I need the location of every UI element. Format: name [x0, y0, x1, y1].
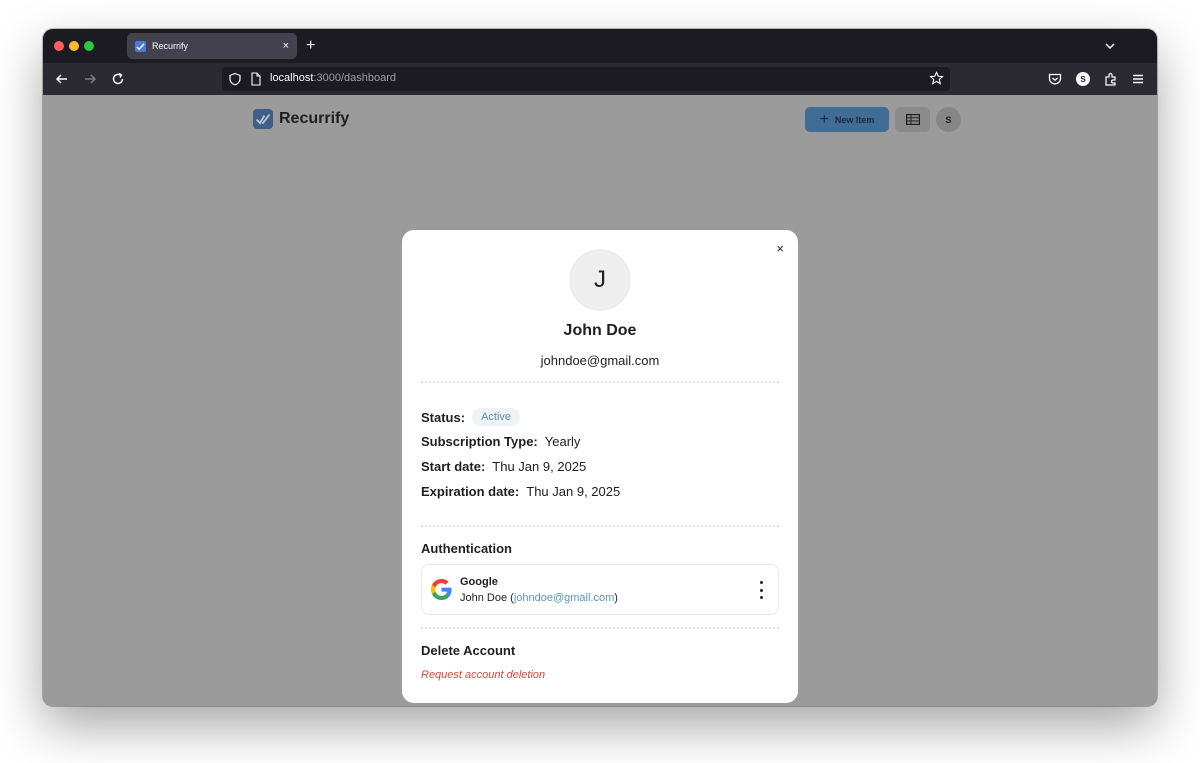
browser-tab[interactable]: Recurrify × [127, 33, 297, 59]
divider [421, 627, 779, 629]
tab-close-icon[interactable]: × [283, 40, 289, 52]
tab-list-chevron-icon[interactable] [1103, 39, 1117, 53]
bookmark-star-icon[interactable] [929, 71, 944, 86]
status-badge: Active [472, 408, 521, 426]
request-deletion-link[interactable]: Request account deletion [421, 669, 545, 681]
subscription-value: Yearly [544, 434, 581, 449]
url-text[interactable]: localhost:3000/dashboard [270, 72, 396, 84]
tab-favicon-icon [135, 40, 146, 52]
divider [421, 525, 779, 527]
user-menu-button[interactable]: S [936, 107, 961, 132]
start-date-row: Start date: Thu Jan 9, 2025 [421, 459, 586, 474]
google-icon [430, 578, 452, 601]
authentication-title: Authentication [421, 541, 512, 556]
expiration-date-row: Expiration date: Thu Jan 9, 2025 [421, 484, 620, 499]
status-row: Status: Active [421, 408, 521, 426]
auth-paren-close: ) [614, 592, 618, 604]
more-options-icon[interactable] [758, 581, 764, 599]
expiration-date-label: Expiration date: [421, 484, 520, 499]
menu-icon[interactable] [1130, 71, 1146, 87]
brand-name: Recurrify [279, 110, 350, 127]
new-item-label: New Item [834, 114, 875, 125]
maximize-window-button[interactable] [84, 41, 94, 51]
brand[interactable]: Recurrify [253, 109, 349, 129]
table-view-button[interactable] [895, 107, 930, 132]
profile-modal: × J John Doe johndoe@gmail.com Status: A… [402, 230, 798, 703]
page-content: Recurrify + New Item S × J John Doe john… [43, 95, 1157, 706]
extensions-icon[interactable] [1103, 71, 1119, 87]
new-tab-button[interactable]: + [306, 36, 315, 56]
avatar: J [569, 249, 631, 311]
subscription-row: Subscription Type: Yearly [421, 434, 580, 449]
reload-icon[interactable] [110, 71, 126, 87]
tab-title: Recurrify [152, 41, 189, 51]
new-item-button[interactable]: + New Item [805, 107, 889, 132]
auth-account: John Doe (johndoe@gmail.com) [460, 592, 618, 604]
account-avatar[interactable]: S [1076, 72, 1090, 86]
minimize-window-button[interactable] [69, 41, 79, 51]
profile-name: John Doe [563, 322, 637, 339]
pocket-icon[interactable] [1047, 71, 1063, 87]
tab-strip: Recurrify × + [43, 29, 1157, 63]
auth-account-name: John Doe [460, 592, 508, 604]
close-window-button[interactable] [54, 41, 64, 51]
url-bar[interactable]: localhost:3000/dashboard [222, 67, 950, 91]
page-icon [251, 72, 261, 86]
auth-provider-card: Google John Doe (johndoe@gmail.com) [421, 564, 779, 615]
close-icon[interactable]: × [776, 242, 784, 255]
browser-window: Recurrify × + localhost:3000/dashboard S… [43, 29, 1157, 706]
browser-toolbar: localhost:3000/dashboard S [43, 63, 1157, 95]
auth-paren-open: ( [507, 592, 514, 604]
plus-icon: + [819, 110, 829, 128]
forward-icon[interactable] [82, 71, 98, 87]
url-path: :3000/dashboard [313, 72, 396, 84]
auth-account-email[interactable]: johndoe@gmail.com [514, 592, 614, 604]
table-icon [905, 114, 920, 125]
subscription-label: Subscription Type: [421, 434, 538, 449]
start-date-value: Thu Jan 9, 2025 [492, 459, 587, 474]
delete-account-title: Delete Account [421, 643, 516, 658]
expiration-date-value: Thu Jan 9, 2025 [526, 484, 621, 499]
auth-provider-name: Google [460, 576, 498, 588]
url-host: localhost [270, 72, 314, 84]
divider [421, 381, 779, 383]
shield-icon[interactable] [228, 72, 242, 86]
brand-logo-icon [253, 109, 273, 129]
back-icon[interactable] [54, 71, 70, 87]
start-date-label: Start date: [421, 459, 486, 474]
status-label: Status: [421, 409, 466, 425]
profile-email: johndoe@gmail.com [540, 353, 660, 368]
